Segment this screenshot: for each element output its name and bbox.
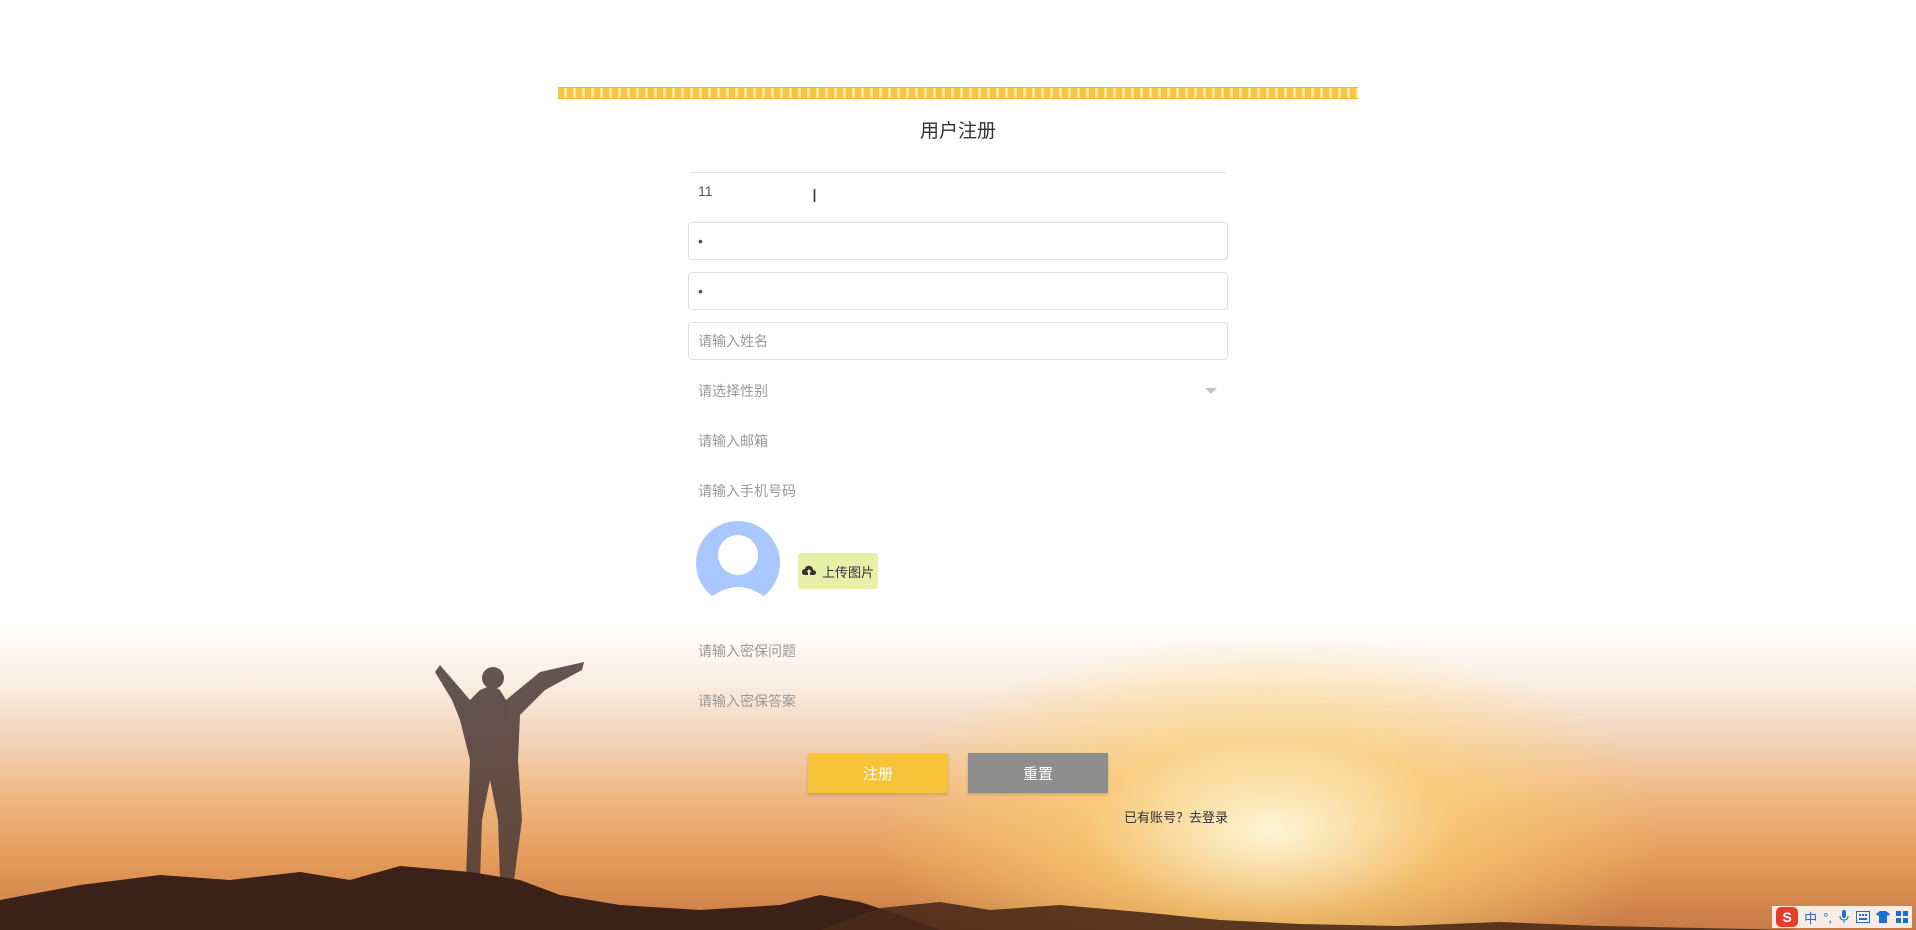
avatar-placeholder-icon	[696, 521, 780, 605]
password-value: •	[698, 233, 703, 249]
register-form: 用户注册 I • • 请选择性别 请输入邮箱 请输入手机号码 上传图片 请输入密…	[0, 0, 1916, 930]
name-field[interactable]	[688, 322, 1228, 360]
keyboard-icon[interactable]	[1856, 911, 1870, 923]
text-cursor-icon: I	[812, 186, 818, 206]
ime-toolbar: S 中 °,	[1772, 906, 1912, 928]
password-field[interactable]: •	[688, 222, 1228, 260]
upload-label: 上传图片	[821, 564, 874, 580]
security-answer-field[interactable]: 请输入密保答案	[688, 682, 1228, 720]
microphone-icon[interactable]	[1838, 910, 1850, 924]
phone-field[interactable]: 请输入手机号码	[688, 472, 1228, 510]
upload-image-button[interactable]: 上传图片	[798, 553, 878, 589]
username-input[interactable]	[698, 183, 1218, 199]
gender-placeholder: 请选择性别	[698, 383, 768, 399]
email-field[interactable]: 请输入邮箱	[688, 422, 1228, 460]
register-button[interactable]: 注册	[808, 753, 948, 793]
confirm-password-field[interactable]: •	[688, 272, 1228, 310]
phone-placeholder: 请输入手机号码	[698, 483, 796, 499]
skin-shirt-icon[interactable]	[1876, 911, 1890, 923]
chevron-down-icon	[1205, 388, 1217, 394]
toolbox-grid-icon[interactable]	[1896, 911, 1908, 923]
reset-button[interactable]: 重置	[968, 753, 1108, 793]
decorative-top-strip	[558, 87, 1358, 99]
security-question-field[interactable]: 请输入密保问题	[688, 632, 1228, 670]
ime-mode-label[interactable]: 中	[1804, 908, 1817, 927]
username-field[interactable]	[688, 172, 1228, 210]
page-title: 用户注册	[919, 121, 996, 142]
cloud-upload-icon	[801, 565, 816, 575]
ime-punct-label[interactable]: °,	[1823, 910, 1832, 925]
name-input[interactable]	[698, 333, 1218, 349]
security-answer-placeholder: 请输入密保答案	[698, 693, 796, 709]
go-login-link[interactable]: 已有账号？去登录	[1124, 807, 1228, 826]
sogou-ime-icon[interactable]: S	[1776, 907, 1799, 927]
email-placeholder: 请输入邮箱	[698, 433, 768, 449]
gender-select[interactable]: 请选择性别	[688, 372, 1228, 410]
confirm-password-value: •	[698, 283, 703, 299]
security-question-placeholder: 请输入密保问题	[698, 643, 796, 659]
